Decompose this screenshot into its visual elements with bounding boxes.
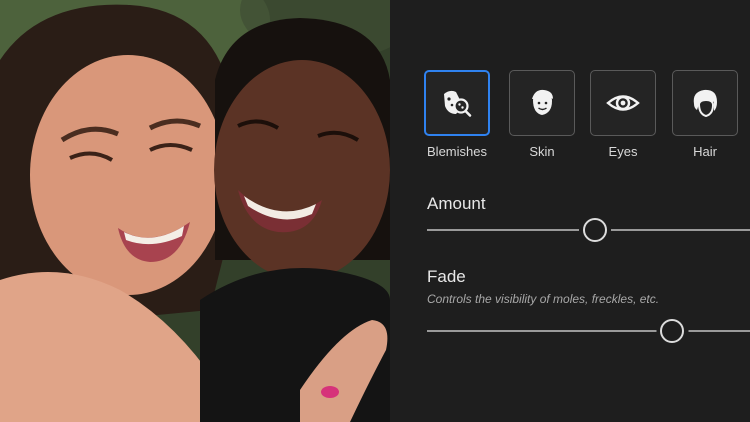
amount-title: Amount <box>427 194 486 213</box>
tool-skin-label: Skin <box>529 144 555 159</box>
eye-icon <box>606 95 640 111</box>
fade-slider[interactable] <box>427 319 750 343</box>
retouch-panel: Blemishes Skin Eyes Hair Amount Fade Con… <box>390 0 750 422</box>
fade-slider-thumb[interactable] <box>660 319 685 343</box>
tool-hair[interactable]: Hair <box>672 70 738 159</box>
tool-eyes[interactable]: Eyes <box>590 70 656 159</box>
skin-face-icon <box>532 89 553 115</box>
amount-slider-thumb[interactable] <box>582 218 607 242</box>
tool-eyes-button[interactable] <box>590 70 656 136</box>
tool-skin-button[interactable] <box>509 70 575 136</box>
tool-skin[interactable]: Skin <box>509 70 575 159</box>
fade-description: Controls the visibility of moles, freckl… <box>427 292 660 306</box>
tool-hair-label: Hair <box>693 144 717 159</box>
portrait-photo <box>0 0 390 422</box>
tool-eyes-label: Eyes <box>608 144 638 159</box>
amount-slider[interactable] <box>427 218 750 242</box>
photo-illustration <box>0 0 390 422</box>
tool-blemishes[interactable]: Blemishes <box>424 70 490 159</box>
tool-blemishes-label: Blemishes <box>427 144 487 159</box>
hair-icon <box>693 89 717 118</box>
fade-title: Fade <box>427 267 466 286</box>
retouch-tool-row: Blemishes Skin Eyes Hair <box>424 70 750 160</box>
tool-blemishes-button[interactable] <box>424 70 490 136</box>
blemishes-icon <box>444 90 472 117</box>
fade-slider-track[interactable] <box>427 330 750 332</box>
tool-hair-button[interactable] <box>672 70 738 136</box>
